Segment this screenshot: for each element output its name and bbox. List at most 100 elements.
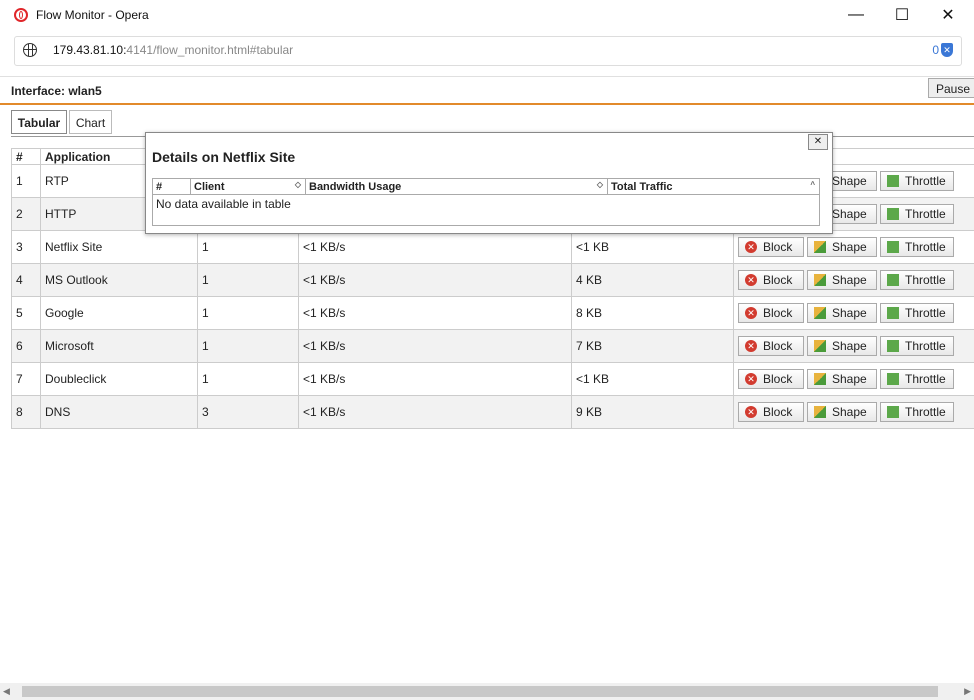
cell-traffic: 7 KB [571,329,734,363]
cell-actions: ✕ Block Shape Throttle [733,230,974,264]
cell-bandwidth: <1 KB/s [298,329,572,363]
shape-icon [814,307,826,319]
throttle-button[interactable]: Throttle [880,237,954,257]
cell-bandwidth: <1 KB/s [298,296,572,330]
throttle-button[interactable]: Throttle [880,204,954,224]
cell-actions: ✕ Block Shape Throttle [733,296,974,330]
throttle-button-label: Throttle [905,240,946,254]
throttle-button-label: Throttle [905,174,946,188]
shape-button-label: Shape [832,207,867,221]
throttle-button[interactable]: Throttle [880,270,954,290]
details-header-traffic[interactable]: Total Traffic ^ [607,178,820,195]
adblock-shield-icon[interactable]: ✕ [941,43,953,57]
details-header-row: # Client ◇ Bandwidth Usage ◇ Total Traffic… [152,178,820,195]
row-actions: ✕ Block Shape Throttle [738,270,974,290]
close-button[interactable]: ✕ [925,0,971,30]
throttle-button[interactable]: Throttle [880,369,954,389]
tab-chart[interactable]: Chart [69,110,112,134]
throttle-button-label: Throttle [905,405,946,419]
sort-asc-icon: ^ [810,180,815,189]
cell-num: 4 [11,263,41,297]
block-icon: ✕ [745,373,757,385]
shape-button-label: Shape [832,174,867,188]
table-row: 6 Microsoft 1 <1 KB/s 7 KB ✕ Block Shape Throttl… [11,329,974,363]
minimize-button[interactable]: — [833,0,879,30]
scroll-right-icon[interactable]: ▶ [964,686,971,697]
cell-bandwidth: <1 KB/s [298,395,572,429]
shape-button[interactable]: Shape [807,336,877,356]
details-header-num[interactable]: # [152,178,191,195]
shape-button-label: Shape [832,372,867,386]
throttle-button[interactable]: Throttle [880,402,954,422]
block-button[interactable]: ✕ Block [738,303,804,323]
shape-button-label: Shape [832,405,867,419]
cell-actions: ✕ Block Shape Throttle [733,329,974,363]
cell-actions: ✕ Block Shape Throttle [733,362,974,396]
horizontal-scrollbar[interactable]: ◀ ▶ [0,683,974,700]
interface-label: Interface: wlan5 [11,84,102,98]
row-actions: ✕ Block Shape Throttle [738,369,974,389]
table-row: 3 Netflix Site 1 <1 KB/s <1 KB ✕ Block Shape Thr… [11,230,974,264]
scroll-left-icon[interactable]: ◀ [3,686,10,697]
block-button-label: Block [763,306,793,320]
dialog-title: Details on Netflix Site [152,149,296,165]
shape-button[interactable]: Shape [807,402,877,422]
throttle-button[interactable]: Throttle [880,303,954,323]
block-button[interactable]: ✕ Block [738,237,804,257]
header-divider [0,103,974,105]
details-dialog: ✕ Details on Netflix Site # Client ◇ Band… [145,132,833,234]
details-header-client[interactable]: Client ◇ [190,178,306,195]
url-text[interactable]: 179.43.81.10:4141/flow_monitor.html#tabu… [53,43,293,57]
shape-button[interactable]: Shape [807,303,877,323]
block-button[interactable]: ✕ Block [738,270,804,290]
maximize-button[interactable]: ☐ [879,0,925,30]
throttle-icon [887,406,899,418]
scrollbar-thumb[interactable] [22,686,938,697]
throttle-icon [887,274,899,286]
cell-application: Google [40,296,198,330]
tab-tabular[interactable]: Tabular [11,110,67,134]
table-row: 5 Google 1 <1 KB/s 8 KB ✕ Block Shape Throttle [11,296,974,330]
details-header-bandwidth[interactable]: Bandwidth Usage ◇ [305,178,608,195]
cell-traffic: 9 KB [571,395,734,429]
address-bar[interactable]: 179.43.81.10:4141/flow_monitor.html#tabu… [14,36,962,66]
url-path: 4141/flow_monitor.html#tabular [126,43,294,57]
shape-button[interactable]: Shape [807,237,877,257]
block-button-label: Block [763,339,793,353]
throttle-icon [887,241,899,253]
block-button[interactable]: ✕ Block [738,402,804,422]
dialog-close-button[interactable]: ✕ [808,134,828,150]
details-header-client-label: Client [194,180,225,193]
block-button[interactable]: ✕ Block [738,336,804,356]
row-actions: ✕ Block Shape Throttle [738,303,974,323]
throttle-icon [887,373,899,385]
shape-button[interactable]: Shape [807,270,877,290]
header-num[interactable]: # [11,148,41,165]
title-bar: Flow Monitor - Opera — ☐ ✕ [0,0,974,30]
block-button[interactable]: ✕ Block [738,369,804,389]
cell-clients: 1 [197,296,299,330]
cell-bandwidth: <1 KB/s [298,230,572,264]
throttle-button-label: Throttle [905,372,946,386]
table-row: 4 MS Outlook 1 <1 KB/s 4 KB ✕ Block Shape Thrott… [11,263,974,297]
block-icon: ✕ [745,274,757,286]
cell-actions: ✕ Block Shape Throttle [733,395,974,429]
throttle-button-label: Throttle [905,273,946,287]
cell-application: MS Outlook [40,263,198,297]
row-actions: ✕ Block Shape Throttle [738,237,974,257]
block-button-label: Block [763,240,793,254]
adblock-count: 0 [932,43,939,57]
cell-num: 8 [11,395,41,429]
shape-button-label: Shape [832,339,867,353]
pause-button[interactable]: Pause [928,78,974,98]
cell-num: 2 [11,197,41,231]
url-host: 179.43.81.10: [53,43,127,57]
throttle-button[interactable]: Throttle [880,336,954,356]
divider [0,76,974,77]
shape-button[interactable]: Shape [807,369,877,389]
cell-clients: 1 [197,263,299,297]
sort-icon: ◇ [294,180,301,189]
shape-icon [814,373,826,385]
throttle-button[interactable]: Throttle [880,171,954,191]
row-actions: ✕ Block Shape Throttle [738,402,974,422]
